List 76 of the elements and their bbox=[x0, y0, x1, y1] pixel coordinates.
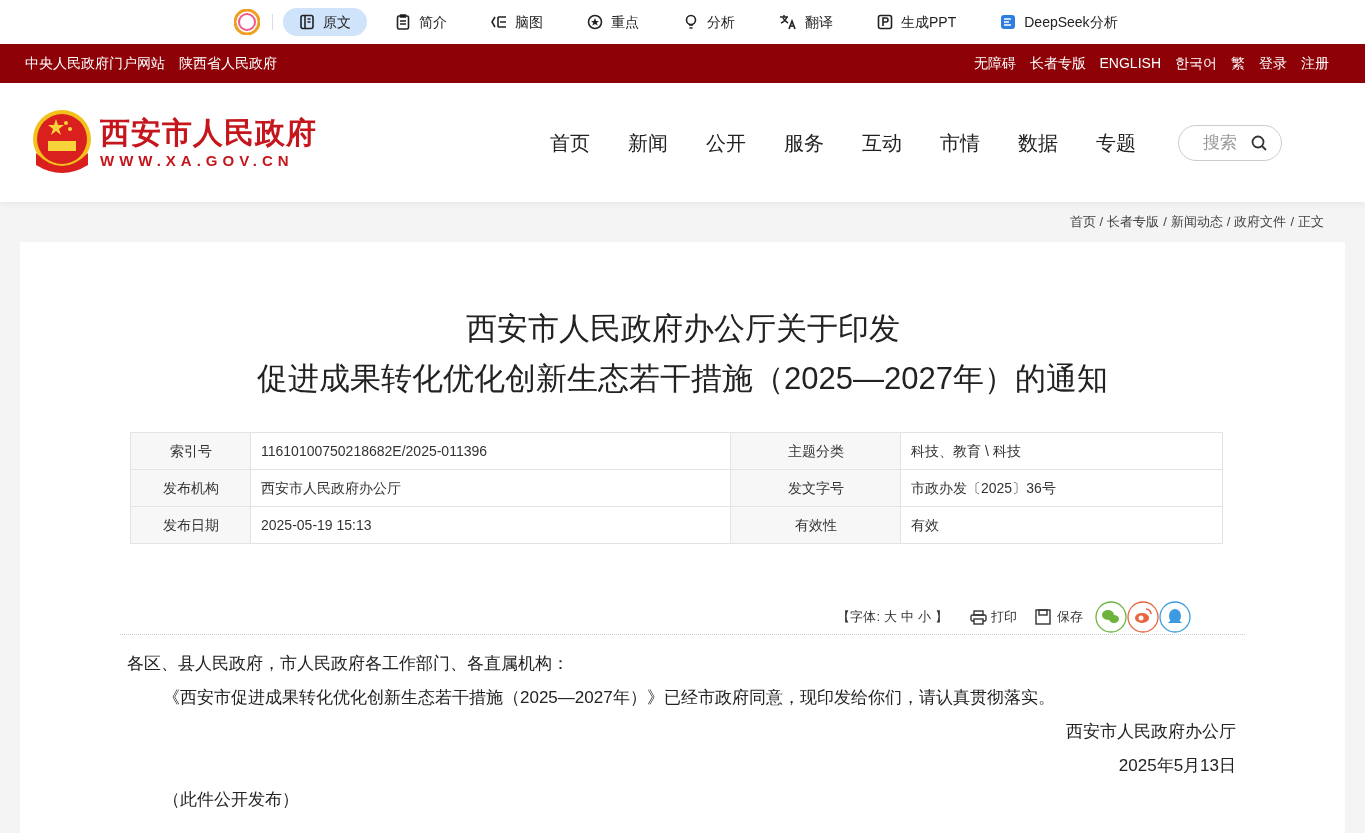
breadcrumb-separator: / bbox=[1226, 213, 1231, 232]
ai-tool-tab[interactable]: 重点 bbox=[571, 8, 655, 36]
wechat-icon[interactable] bbox=[1095, 601, 1127, 633]
font-size-link[interactable]: 小 bbox=[918, 607, 931, 627]
note-text: （此件公开发布） bbox=[162, 789, 300, 811]
meta-value: 11610100750218682E/2025-011396 bbox=[250, 432, 731, 470]
breadcrumb-link[interactable]: 长者专版 bbox=[1107, 212, 1160, 232]
document-icon bbox=[299, 14, 315, 30]
nav-link[interactable]: 市情 bbox=[940, 127, 980, 158]
ai-tool-tab[interactable]: 脑图 bbox=[475, 8, 559, 36]
meta-label: 主题分类 bbox=[730, 432, 901, 470]
document-icon bbox=[1000, 14, 1017, 30]
nav-link[interactable]: 新闻 bbox=[628, 127, 668, 158]
meta-value: 2025-05-19 15:13 bbox=[250, 506, 731, 544]
breadcrumb-link[interactable]: 政府文件 bbox=[1234, 212, 1287, 232]
top-link[interactable]: 繁 bbox=[1231, 53, 1245, 74]
penguin-icon[interactable] bbox=[1159, 601, 1191, 633]
search-icon bbox=[1251, 134, 1267, 151]
breadcrumb-separator: / bbox=[1163, 213, 1167, 232]
save-button[interactable]: 保存 bbox=[1035, 607, 1083, 627]
font-size-label: 】 bbox=[935, 608, 948, 627]
meta-value: 有效 bbox=[900, 506, 1223, 544]
top-link[interactable]: 中央人民政府门户网站 bbox=[25, 53, 165, 74]
meta-label: 索引号 bbox=[130, 432, 251, 470]
top-link[interactable]: ENGLISH bbox=[1099, 53, 1161, 74]
letter-p-icon bbox=[877, 14, 893, 30]
ai-tool-tab[interactable]: DeepSeek分析 bbox=[984, 8, 1134, 36]
meta-label: 有效性 bbox=[730, 506, 901, 544]
nav-link[interactable]: 首页 bbox=[550, 127, 590, 158]
top-link[interactable]: 无障碍 bbox=[973, 53, 1016, 74]
breadcrumb-link[interactable]: 新闻动态 bbox=[1170, 212, 1223, 232]
nav-link[interactable]: 服务 bbox=[784, 127, 824, 158]
font-size-link[interactable]: 大 bbox=[884, 607, 897, 627]
article-title: 西安市人民政府办公厅关于印发 bbox=[465, 310, 900, 348]
meta-label: 发布日期 bbox=[130, 506, 251, 544]
meta-label: 发布机构 bbox=[130, 469, 251, 507]
ai-logo-icon[interactable] bbox=[234, 9, 260, 35]
breadcrumb-separator: / bbox=[1290, 213, 1294, 232]
logo-url: WWW.XA.GOV.CN bbox=[100, 150, 295, 171]
top-link[interactable]: 注册 bbox=[1301, 53, 1329, 74]
signature-text: 西安市人民政府办公厅 bbox=[1065, 721, 1237, 743]
top-link[interactable]: 한국어 bbox=[1175, 53, 1217, 74]
printer-icon bbox=[970, 609, 987, 625]
top-link[interactable]: 陕西省人民政府 bbox=[179, 53, 277, 74]
mindmap-icon bbox=[491, 14, 507, 30]
lightbulb-icon bbox=[683, 14, 699, 30]
body-paragraph: 《西安市促进成果转化优化创新生态若干措施（2025—2027年）》已经市政府同意，现印发给你们，请认真贯彻落实。 bbox=[162, 687, 1056, 709]
weibo-icon[interactable] bbox=[1127, 601, 1159, 633]
date-text: 2025年5月13日 bbox=[1117, 755, 1237, 777]
meta-value: 西安市人民政府办公厅 bbox=[250, 469, 731, 507]
nav-link[interactable]: 互动 bbox=[862, 127, 902, 158]
ai-tool-tab[interactable]: 分析 bbox=[667, 8, 751, 36]
meta-label: 发文字号 bbox=[730, 469, 901, 507]
translate-icon bbox=[779, 14, 797, 30]
nav-link[interactable]: 专题 bbox=[1096, 127, 1136, 158]
breadcrumb-link[interactable]: 正文 bbox=[1298, 212, 1324, 232]
article-title: 促进成果转化优化创新生态若干措施（2025—2027年）的通知 bbox=[257, 360, 1108, 398]
ai-tool-tab[interactable]: 简介 bbox=[379, 8, 463, 36]
ai-tool-tab[interactable]: 生成PPT bbox=[861, 8, 973, 36]
ai-tool-tab[interactable]: 翻译 bbox=[763, 8, 849, 36]
ai-tool-tab[interactable]: 原文 bbox=[283, 8, 367, 36]
font-size-link[interactable]: 中 bbox=[901, 607, 914, 627]
breadcrumb-separator: / bbox=[1099, 213, 1104, 232]
nav-link[interactable]: 数据 bbox=[1018, 127, 1058, 158]
print-button[interactable]: 打印 bbox=[970, 607, 1017, 627]
logo-title: 西安市人民政府 bbox=[100, 114, 317, 151]
salutation-text: 各区、县人民政府，市人民政府各工作部门、各直属机构： bbox=[127, 653, 570, 675]
top-link[interactable]: 登录 bbox=[1259, 53, 1287, 74]
breadcrumb-link[interactable]: 首页 bbox=[1069, 212, 1096, 232]
nav-link[interactable]: 公开 bbox=[706, 127, 746, 158]
clipboard-icon bbox=[395, 14, 411, 30]
top-link[interactable]: 长者专版 bbox=[1029, 53, 1086, 74]
meta-value: 市政办发〔2025〕36号 bbox=[900, 469, 1223, 507]
star-circle-icon bbox=[587, 14, 603, 30]
font-size-label: 【字体: bbox=[837, 608, 880, 627]
meta-value: 科技、教育 \ 科技 bbox=[900, 432, 1223, 470]
